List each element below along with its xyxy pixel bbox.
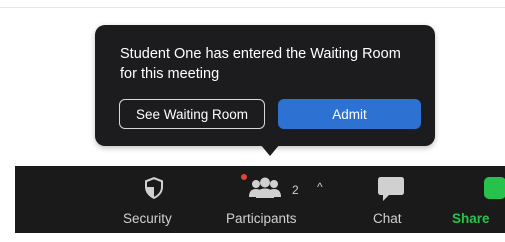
- waiting-room-notification: Student One has entered the Waiting Room…: [95, 25, 435, 146]
- participants-label: Participants: [226, 211, 297, 226]
- meeting-toolbar: Security 2 ^ Participants Chat Share: [15, 166, 505, 233]
- chat-label: Chat: [373, 211, 402, 226]
- meeting-window: Student One has entered the Waiting Room…: [0, 0, 505, 242]
- participants-button[interactable]: 2 ^ Participants: [220, 166, 330, 233]
- top-divider: [0, 7, 505, 8]
- security-label: Security: [123, 211, 172, 226]
- security-button[interactable]: Security: [115, 166, 195, 233]
- share-label: Share: [452, 211, 490, 226]
- chat-bubble-icon: [377, 176, 405, 205]
- participants-count: 2: [292, 183, 299, 197]
- share-screen-button[interactable]: Share: [452, 166, 505, 233]
- chat-button[interactable]: Chat: [367, 166, 417, 233]
- notification-message: Student One has entered the Waiting Room…: [120, 46, 401, 82]
- participants-options-caret-icon[interactable]: ^: [317, 180, 323, 194]
- see-waiting-room-button[interactable]: See Waiting Room: [119, 99, 265, 129]
- share-screen-icon: [484, 177, 505, 199]
- shield-icon: [143, 176, 165, 203]
- notification-pointer: [260, 144, 280, 156]
- participants-icon: [248, 177, 282, 202]
- notification-dot: [241, 174, 247, 180]
- admit-button[interactable]: Admit: [278, 99, 421, 129]
